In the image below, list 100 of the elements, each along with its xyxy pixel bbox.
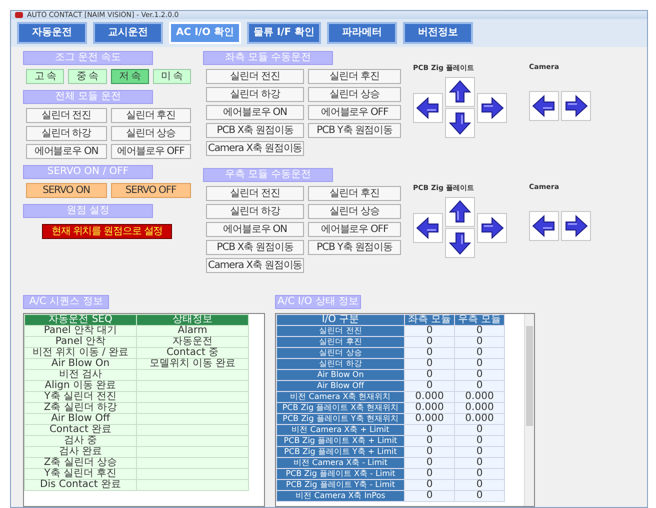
command-button[interactable]: 실린더 전진 [206, 69, 304, 84]
command-button[interactable]: 실린더 상승 [110, 126, 191, 141]
tab[interactable]: 물류 I/F 확인 [247, 22, 321, 44]
servo-button[interactable]: SERVO OFF [110, 183, 191, 198]
table-cell: PCB Zig 플레이트 Y축 + Limit [276, 446, 404, 458]
table-cell: 0.000 [454, 414, 504, 424]
jog-up-button[interactable] [445, 77, 475, 107]
jog-left-button[interactable] [529, 210, 559, 240]
table-cell: 실린더 전진 [276, 326, 404, 336]
table-cell: 0.000 [404, 414, 454, 424]
column-header: 상태정보 [136, 314, 248, 326]
arrow-down-icon [448, 111, 472, 135]
jog-right-button[interactable] [477, 92, 507, 122]
speed-button[interactable]: 고 속 [26, 69, 64, 84]
speed-button[interactable]: 미 속 [152, 69, 191, 84]
table-cell: 0 [404, 468, 454, 480]
table-cell: 검사 완료 [24, 446, 136, 458]
table-cell: Align 이동 완료 [24, 380, 136, 392]
table-cell: 비전 Camera X축 - Limit [276, 458, 404, 468]
table-cell: Contact 중 [136, 348, 248, 358]
table-cell: PCB Zig 플레이트 Y축 - Limit [276, 480, 404, 490]
servo-button[interactable]: SERVO ON [26, 183, 106, 198]
command-button[interactable]: 실린더 후진 [308, 186, 401, 201]
jog-right-button[interactable] [477, 212, 507, 242]
scrollbar[interactable] [524, 314, 534, 506]
arrow-right-icon [480, 96, 504, 120]
table-cell: Air Blow On [276, 370, 404, 380]
tab[interactable]: 파라메터 [327, 22, 397, 44]
jog-left-button[interactable] [413, 212, 443, 242]
command-button[interactable]: Camera X축 원점이동 [206, 141, 304, 156]
tab[interactable]: 버전정보 [403, 22, 473, 44]
table-cell: 0 [404, 458, 454, 468]
table-cell: 0 [454, 336, 504, 348]
jog-right-button[interactable] [561, 90, 591, 120]
jog-down-button[interactable] [445, 108, 475, 138]
column-header: 자동운전 SEQ [24, 314, 136, 326]
table-cell: 0 [404, 446, 454, 458]
command-button[interactable]: 실린더 하강 [26, 126, 106, 141]
table-cell: 0 [404, 326, 454, 336]
table-cell: 실린더 하강 [276, 358, 404, 370]
table-cell: 비전 위치 이동 / 완료 [24, 348, 136, 358]
section-header: SERVO ON / OFF [23, 165, 153, 179]
command-button[interactable]: 에어블로우 OFF [308, 105, 401, 120]
jog-left-button[interactable] [413, 92, 443, 122]
section-header: 조그 운전 속도 [23, 51, 153, 65]
command-button[interactable]: 실린더 상승 [308, 204, 401, 219]
arrow-left-icon [416, 96, 440, 120]
section-header: 전체 모듈 운전 [23, 90, 153, 104]
speed-button[interactable]: 저 속 [110, 69, 149, 84]
table-cell: 0 [454, 458, 504, 468]
table-cell: 0 [404, 336, 454, 348]
tab[interactable]: 자동운전 [17, 22, 87, 44]
command-button[interactable]: 에어블로우 ON [26, 144, 106, 159]
command-button[interactable]: 에어블로우 ON [206, 222, 304, 237]
command-button[interactable]: PCB Y축 원점이동 [308, 240, 401, 255]
command-button[interactable]: 실린더 후진 [308, 69, 401, 84]
arrow-right-icon [564, 94, 588, 118]
command-button[interactable]: 실린더 하강 [206, 87, 304, 102]
section-header: 우측 모듈 수동운전 [203, 168, 333, 182]
table-cell: Z축 실린더 상승 [24, 458, 136, 468]
table-cell: 0 [454, 370, 504, 380]
tab[interactable]: 교시운전 [93, 22, 163, 44]
jog-down-button[interactable] [445, 228, 475, 258]
arrow-left-icon [532, 94, 556, 118]
table-cell: PCB Zig 플레이트 X축 현재위치 [276, 402, 404, 414]
command-button[interactable]: 에어블로우 ON [206, 105, 304, 120]
column-header: 좌측 모듈 [404, 314, 454, 326]
table-cell: Panel 안착 대기 [24, 326, 136, 336]
command-button[interactable]: 실린더 전진 [26, 108, 106, 123]
table-cell: Contact 완료 [24, 424, 136, 436]
column-header: 우측 모듈 [454, 314, 504, 326]
set-origin-button[interactable]: 현재 위치를 원점으로 설정 [42, 224, 172, 239]
table-cell: 0.000 [404, 402, 454, 414]
table-cell: Air Blow On [24, 358, 136, 370]
table-cell: 0 [454, 490, 504, 502]
section-header: A/C 시퀀스 정보 [23, 295, 109, 309]
command-button[interactable]: 에어블로우 OFF [110, 144, 191, 159]
table-cell: Air Blow Off [24, 414, 136, 424]
command-button[interactable]: 실린더 전진 [206, 186, 304, 201]
table-cell: 0 [454, 446, 504, 458]
jog-up-button[interactable] [445, 197, 475, 227]
section-header: 좌측 모듈 수동운전 [203, 51, 333, 65]
command-button[interactable]: PCB X축 원점이동 [206, 240, 304, 255]
table-cell: PCB Zig 플레이트 Y축 현재위치 [276, 414, 404, 424]
jog-right-button[interactable] [561, 210, 591, 240]
table-cell: 0 [454, 436, 504, 446]
command-button[interactable]: 실린더 상승 [308, 87, 401, 102]
table-cell: 0 [404, 424, 454, 436]
command-button[interactable]: PCB X축 원점이동 [206, 123, 304, 138]
table-cell: 비전 Camera X축 현재위치 [276, 392, 404, 402]
command-button[interactable]: 실린더 하강 [206, 204, 304, 219]
command-button[interactable]: 실린더 후진 [110, 108, 191, 123]
arrow-right-icon [564, 214, 588, 238]
command-button[interactable]: 에어블로우 OFF [308, 222, 401, 237]
arrow-left-icon [416, 216, 440, 240]
table-cell: 0 [404, 380, 454, 392]
jog-left-button[interactable] [529, 90, 559, 120]
command-button[interactable]: Camera X축 원점이동 [206, 258, 304, 273]
speed-button[interactable]: 중 속 [68, 69, 106, 84]
command-button[interactable]: PCB Y축 원점이동 [308, 123, 401, 138]
